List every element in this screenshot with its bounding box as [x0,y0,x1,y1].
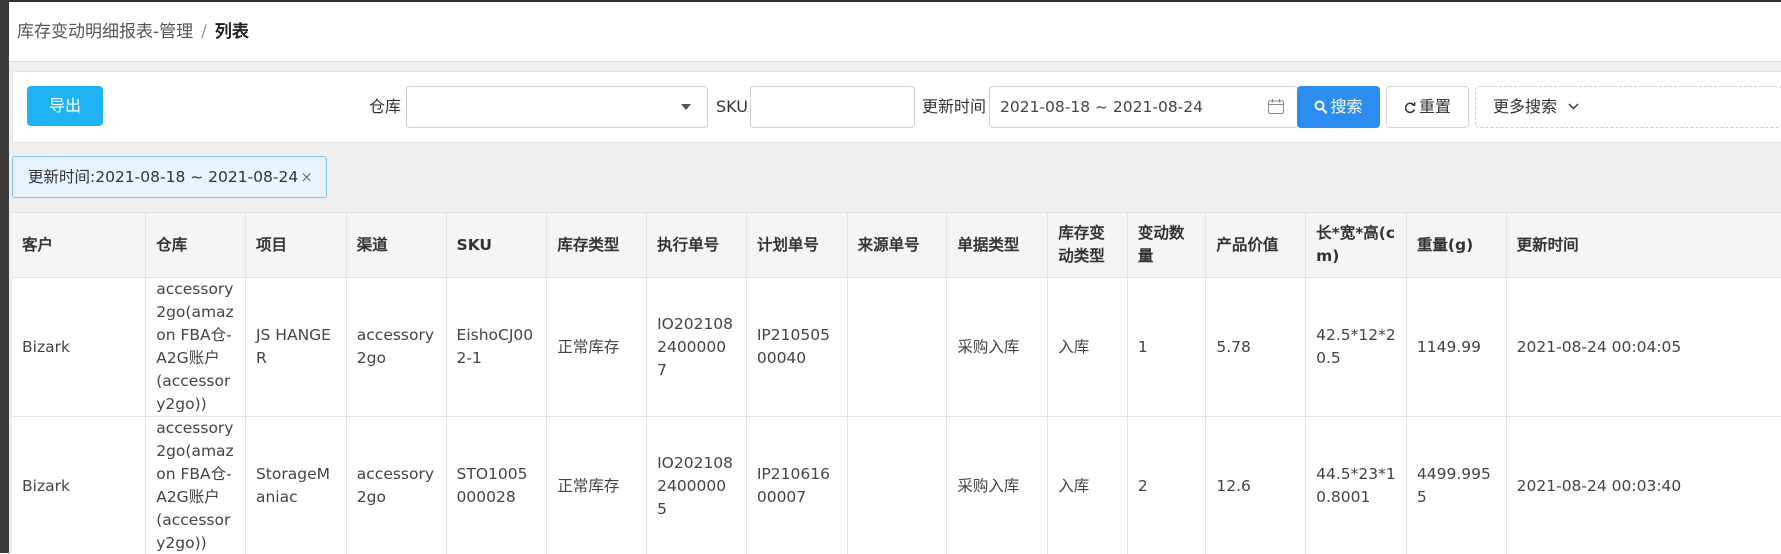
breadcrumb: 库存变动明细报表-管理 / 列表 [17,18,249,46]
column-header[interactable]: 长*宽*高(cm) [1306,213,1407,278]
search-button-label: 搜索 [1330,97,1362,116]
table-cell: accessory2go [346,417,446,554]
column-header[interactable]: SKU [446,213,547,278]
table-header-row: 客户 仓库 项目 渠道 SKU 库存类型 执行单号 计划单号 来源单号 单据类型… [12,213,1781,278]
table-cell: 2021-08-24 00:04:05 [1506,278,1781,417]
warehouse-label: 仓库 [369,86,401,128]
table-cell: JS HANGER [245,278,346,417]
table-cell: 5.78 [1206,278,1306,417]
search-toolbar: 导出 仓库 SKU 更新时间 2021-08-18 ~ 2021-08-24 搜… [12,71,1781,143]
table-cell: IP21050500040 [746,278,847,417]
table-cell: accessory2go(amazon FBA仓-A2G账户(accessory… [146,417,246,554]
table-cell: Bizark [12,417,146,554]
table-cell: 采购入库 [947,278,1048,417]
reset-button-label: 重置 [1419,97,1451,116]
update-time-range-picker[interactable]: 2021-08-18 ~ 2021-08-24 [989,86,1299,128]
more-search-label: 更多搜索 [1493,97,1557,116]
reset-button[interactable]: 重置 [1386,86,1469,128]
column-header[interactable]: 渠道 [346,213,446,278]
table-cell: 入库 [1048,417,1128,554]
warehouse-select[interactable] [406,86,708,128]
breadcrumb-parent[interactable]: 库存变动明细报表-管理 [17,22,193,42]
table-cell: 1149.99 [1406,278,1506,417]
table-cell: 正常库存 [547,417,647,554]
column-header[interactable]: 来源单号 [847,213,947,278]
column-header[interactable]: 重量(g) [1406,213,1506,278]
table-row[interactable]: Bizark accessory2go(amazon FBA仓-A2G账户(ac… [12,417,1781,554]
column-header[interactable]: 计划单号 [746,213,847,278]
chevron-down-icon [1568,103,1579,110]
column-header[interactable]: 库存类型 [547,213,647,278]
table-cell: 入库 [1048,278,1128,417]
table-cell: 2 [1127,417,1206,554]
table-cell: accessory2go(amazon FBA仓-A2G账户(accessory… [146,278,246,417]
active-filter-tag: 更新时间:2021-08-18 ~ 2021-08-24 × [12,156,327,198]
table-cell: 2021-08-24 00:03:40 [1506,417,1781,554]
column-header[interactable]: 库存变动类型 [1048,213,1128,278]
window-top-strip [0,0,1781,2]
caret-down-icon [681,104,691,110]
table-cell: 正常库存 [547,278,647,417]
column-header[interactable]: 更新时间 [1506,213,1781,278]
column-header[interactable]: 项目 [245,213,346,278]
column-header[interactable]: 执行单号 [647,213,747,278]
table-cell [847,278,947,417]
table-cell: 44.5*23*10.8001 [1306,417,1407,554]
table-row[interactable]: Bizark accessory2go(amazon FBA仓-A2G账户(ac… [12,278,1781,417]
close-icon[interactable]: × [300,157,313,197]
table-cell: Bizark [12,278,146,417]
search-icon [1314,100,1327,114]
inventory-table-container: 客户 仓库 项目 渠道 SKU 库存类型 执行单号 计划单号 来源单号 单据类型… [12,212,1781,554]
table-cell: accessory2go [346,278,446,417]
filter-tag-text: 更新时间:2021-08-18 ~ 2021-08-24 [28,168,298,186]
sku-label: SKU [716,86,748,128]
column-header[interactable]: 仓库 [146,213,246,278]
table-cell: 1 [1127,278,1206,417]
column-header[interactable]: 客户 [12,213,146,278]
table-cell: IO20210824000007 [647,278,747,417]
column-header[interactable]: 单据类型 [947,213,1048,278]
refresh-icon [1404,101,1416,114]
sku-input[interactable] [750,86,915,128]
table-cell: 42.5*12*20.5 [1306,278,1407,417]
breadcrumb-separator: / [201,22,207,42]
table-cell [847,417,947,554]
table-cell: STO1005000028 [446,417,547,554]
table-cell: EishoCJ002-1 [446,278,547,417]
window-left-edge [0,0,9,553]
search-button[interactable]: 搜索 [1297,86,1380,128]
table-cell: 12.6 [1206,417,1306,554]
table-cell: 采购入库 [947,417,1048,554]
inventory-change-table: 客户 仓库 项目 渠道 SKU 库存类型 执行单号 计划单号 来源单号 单据类型… [12,213,1781,554]
calendar-icon [1268,99,1284,114]
table-cell: IP21061600007 [746,417,847,554]
table-cell: 4499.9955 [1406,417,1506,554]
column-header[interactable]: 产品价值 [1206,213,1306,278]
table-cell: StorageManiac [245,417,346,554]
breadcrumb-current: 列表 [215,22,249,42]
column-header[interactable]: 变动数量 [1127,213,1206,278]
export-button[interactable]: 导出 [27,86,103,126]
update-time-label: 更新时间 [922,86,986,128]
update-time-range-value: 2021-08-18 ~ 2021-08-24 [1000,87,1203,127]
table-cell: IO20210824000005 [647,417,747,554]
more-search-button[interactable]: 更多搜索 [1475,86,1781,128]
